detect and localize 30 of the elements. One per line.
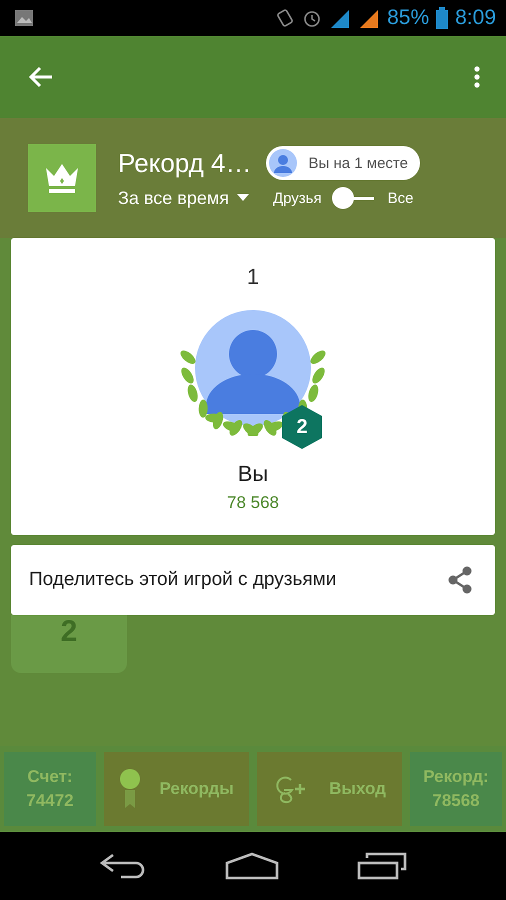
recent-apps-icon[interactable] — [357, 852, 407, 880]
stat-value: 74472 — [26, 791, 74, 811]
rank-chip[interactable]: Вы на 1 месте — [266, 146, 420, 180]
alarm-icon — [302, 8, 322, 28]
level-badge: 2 — [282, 405, 322, 449]
stat-label: Рекорд: — [423, 767, 489, 787]
share-row[interactable]: Поделитесь этой игрой с друзьями — [11, 545, 495, 615]
all-label: Все — [388, 190, 414, 206]
player-score: 78 568 — [227, 493, 279, 513]
player-name: Вы — [238, 461, 268, 487]
caret-icon — [236, 194, 249, 202]
clock: 8:09 — [455, 6, 496, 30]
home-icon[interactable] — [225, 852, 279, 880]
gallery-icon — [14, 9, 34, 27]
leaderboard-title: Рекорд 4… — [118, 148, 252, 178]
stat-value: 78568 — [432, 791, 480, 811]
more-icon[interactable] — [474, 65, 480, 89]
rank-number: 1 — [246, 264, 260, 290]
battery-percent: 85% — [387, 6, 430, 30]
avatar-icon — [268, 149, 297, 177]
back-icon[interactable] — [99, 853, 147, 879]
medal-icon — [119, 768, 142, 810]
rotate-icon — [275, 8, 296, 28]
friends-label: Друзья — [272, 190, 322, 206]
stat-label: Счет: — [27, 767, 73, 787]
back-icon[interactable] — [28, 65, 54, 89]
share-icon — [447, 566, 473, 594]
period-dropdown[interactable]: За все время — [118, 188, 249, 208]
battery-icon — [436, 7, 448, 29]
crown-icon — [28, 144, 96, 212]
